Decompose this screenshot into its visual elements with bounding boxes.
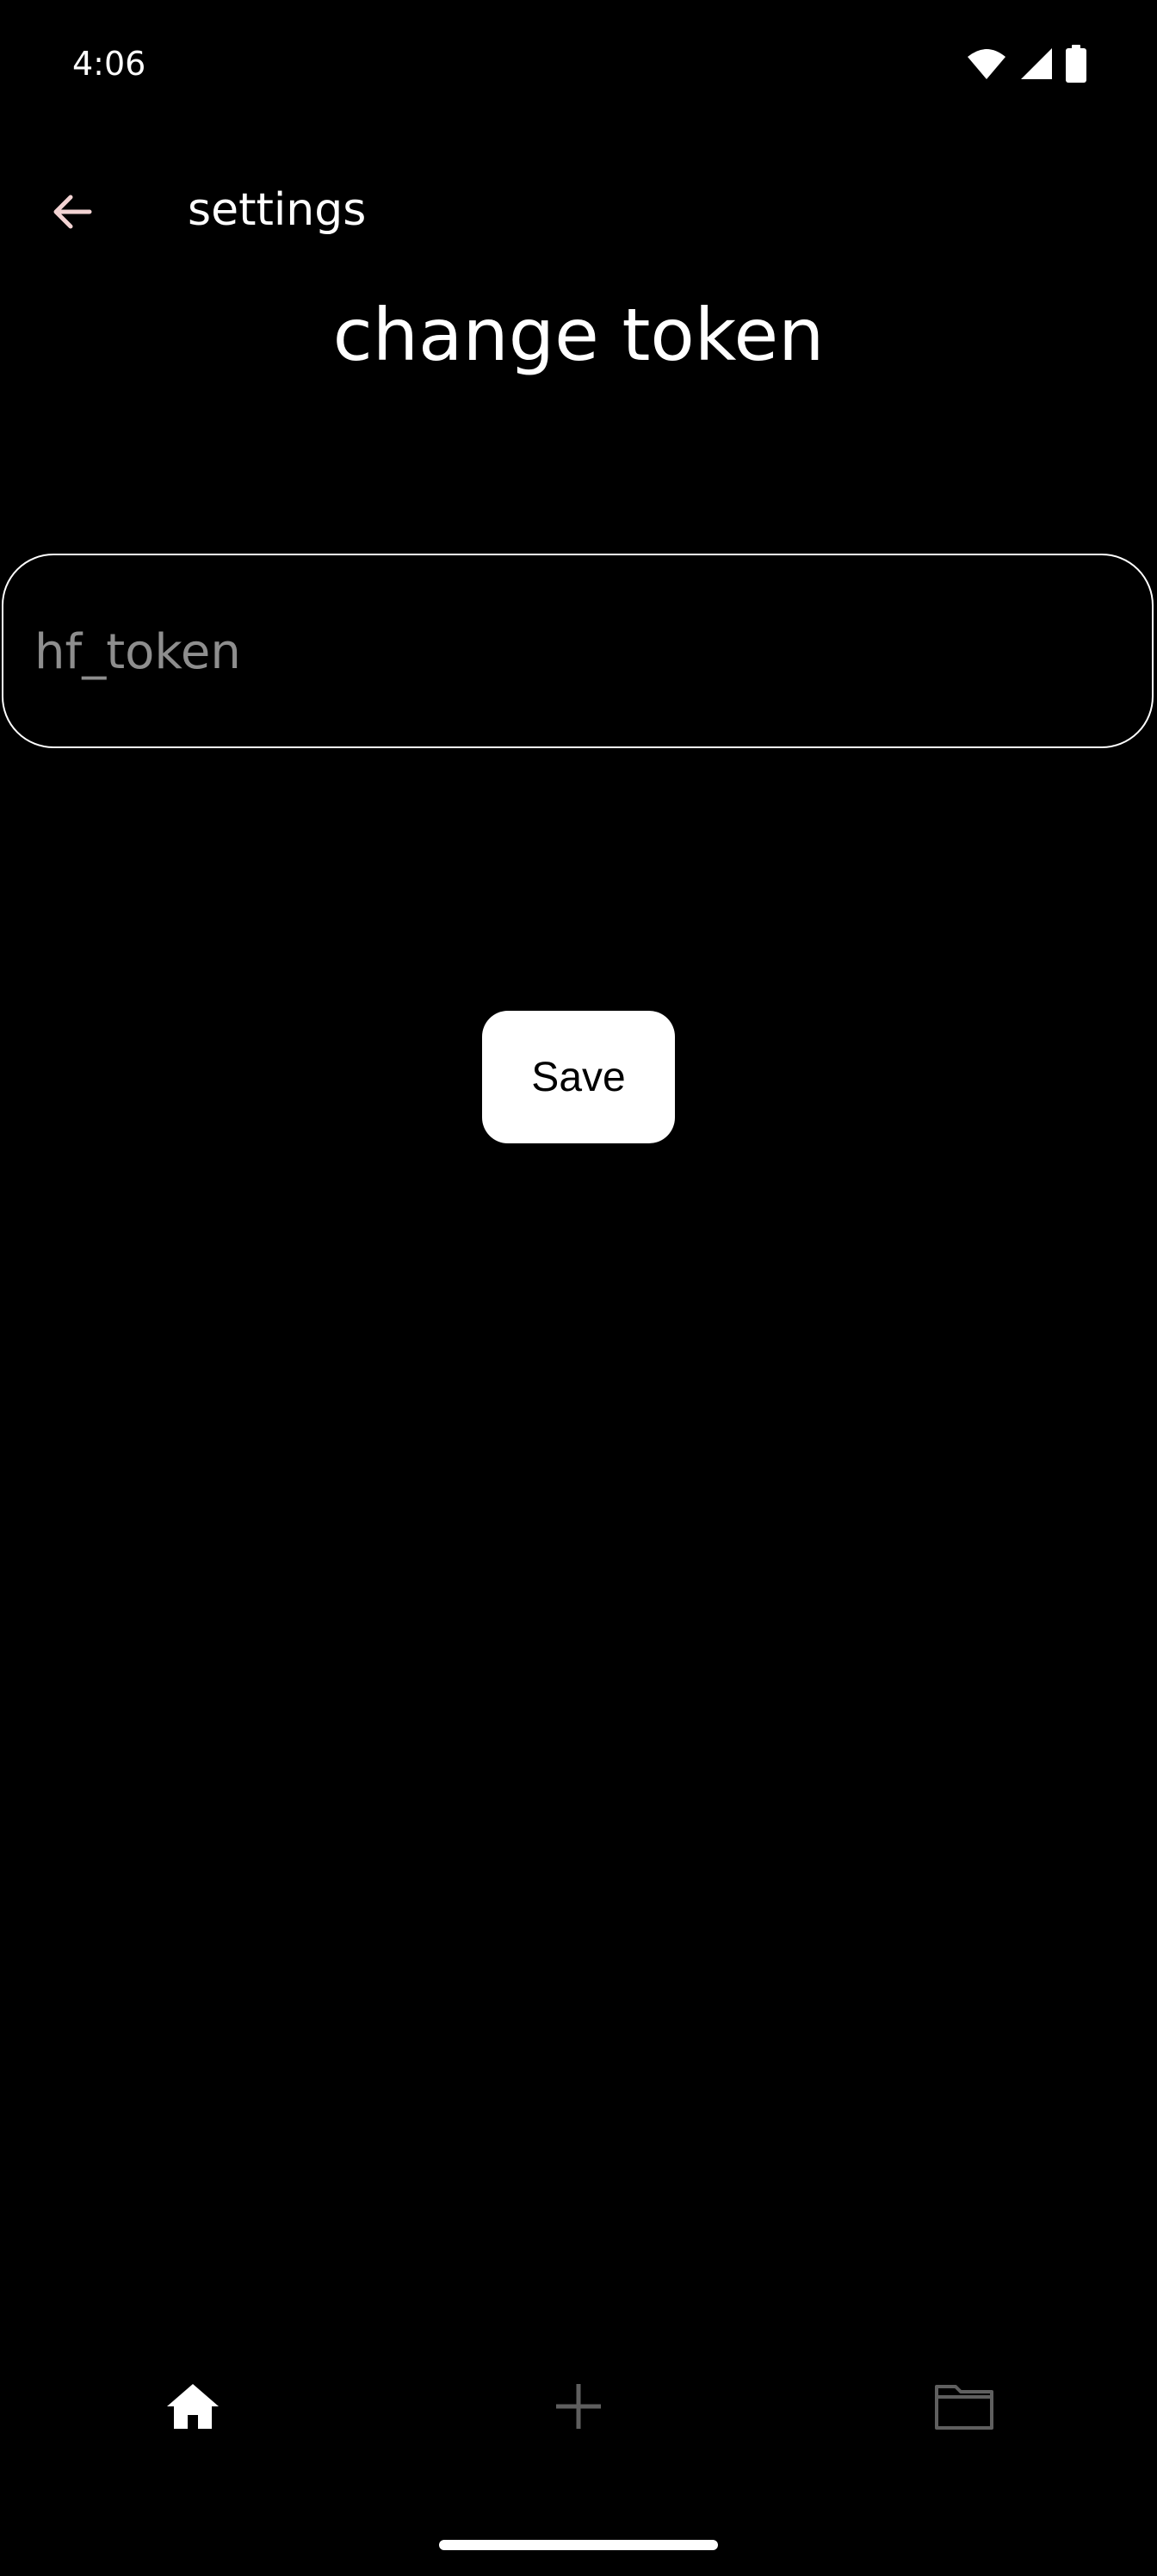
save-button[interactable]: Save (482, 1011, 675, 1143)
folder-icon (935, 2385, 993, 2430)
battery-icon (1066, 45, 1086, 83)
nav-home[interactable] (124, 2350, 262, 2462)
status-icons (966, 45, 1086, 83)
nav-folder[interactable] (895, 2350, 1033, 2462)
token-input[interactable] (33, 555, 1121, 748)
home-icon (167, 2384, 219, 2429)
app-bar-title: settings (188, 184, 367, 236)
cellular-signal-icon (1021, 48, 1052, 79)
status-time: 4:06 (72, 45, 146, 83)
token-field-container (2, 554, 1154, 748)
nav-add[interactable] (510, 2350, 647, 2462)
page-title: change token (332, 293, 825, 377)
gesture-navigation-bar[interactable] (439, 2540, 718, 2550)
arrow-back-icon (53, 195, 92, 229)
back-button[interactable] (34, 174, 110, 250)
add-icon (556, 2384, 601, 2429)
wifi-icon (968, 49, 1005, 79)
bottom-navigation (0, 2350, 1157, 2462)
app-bar: settings (0, 164, 1157, 258)
status-bar: 4:06 (0, 0, 1157, 129)
